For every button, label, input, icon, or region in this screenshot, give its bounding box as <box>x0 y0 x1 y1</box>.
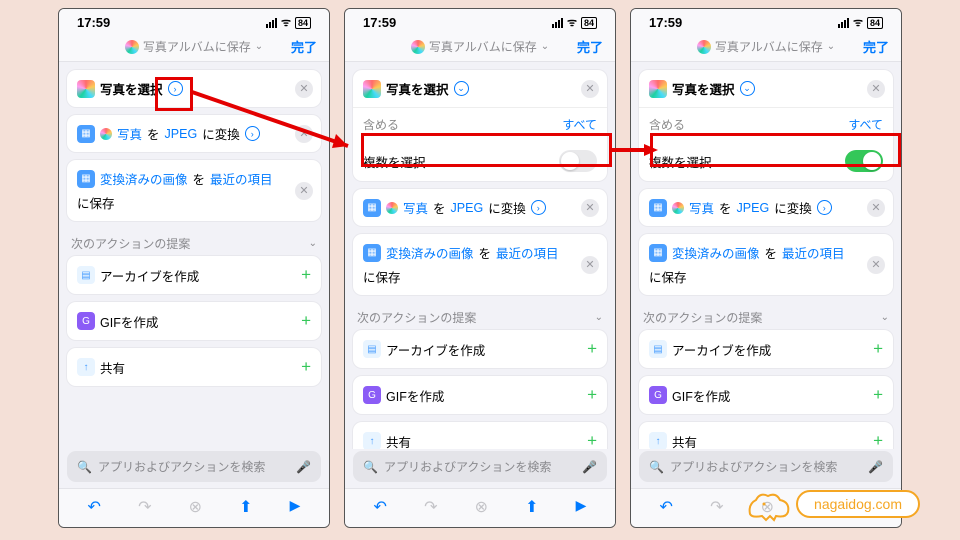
add-icon[interactable]: + <box>301 265 311 285</box>
photos-icon <box>77 80 95 98</box>
image-icon: ▦ <box>77 125 95 143</box>
play-icon[interactable]: ▶ <box>290 497 301 517</box>
phone-row: 17:59 ᯤ 84 写真アルバムに保存⌄ 完了 写真を選択›✕ ▦写真をJPE… <box>0 0 960 536</box>
toolbar: ↶ ↷ ⊗ ⬆ ▶ <box>59 488 329 527</box>
convert-action[interactable]: ▦写真をJPEGに変換›✕ <box>67 115 321 152</box>
multi-select-row[interactable]: 複数を選択 <box>353 141 607 181</box>
select-photos-action-expanded[interactable]: 写真を選択⌄✕ 含めるすべて 複数を選択 <box>639 70 893 181</box>
convert-action[interactable]: ▦写真をJPEGに変換›✕ <box>353 189 607 226</box>
delete-icon: ⊗ <box>189 497 202 517</box>
chevron-down-icon: ⌄ <box>309 238 317 249</box>
expand-icon[interactable]: › <box>245 126 260 141</box>
header: 写真アルバムに保存⌄ 完了 <box>59 32 329 62</box>
gif-suggestion[interactable]: GGIFを作成+ <box>67 302 321 340</box>
watermark-logo: nagaidog.com <box>746 486 920 522</box>
suggestions-header[interactable]: 次のアクションの提案⌄ <box>67 229 321 256</box>
time: 17:59 <box>77 15 110 30</box>
photos-icon <box>125 40 139 54</box>
archive-suggestion[interactable]: ▤アーカイブを作成+ <box>67 256 321 294</box>
search-input[interactable]: 🔍アプリおよびアクションを検索🎤 <box>353 451 607 482</box>
multi-select-row[interactable]: 複数を選択 <box>639 141 893 181</box>
gif-icon: G <box>77 312 95 330</box>
close-icon[interactable]: ✕ <box>295 80 313 98</box>
share-icon[interactable]: ⬆ <box>239 497 252 517</box>
undo-icon[interactable]: ↶ <box>88 497 101 517</box>
collapse-icon[interactable]: ⌄ <box>454 81 469 96</box>
phone-screen-1: 17:59 ᯤ 84 写真アルバムに保存⌄ 完了 写真を選択›✕ ▦写真をJPE… <box>58 8 330 528</box>
phone-screen-2: 17:59 ᯤ 84 写真アルバムに保存⌄完了 写真を選択⌄✕ 含めるすべて 複… <box>344 8 616 528</box>
expand-icon[interactable]: › <box>168 81 183 96</box>
archive-icon: ▤ <box>77 266 95 284</box>
photos-icon <box>100 128 112 140</box>
share-icon: ↑ <box>77 358 95 376</box>
include-row[interactable]: 含めるすべて <box>353 107 607 141</box>
close-icon[interactable]: ✕ <box>581 80 599 98</box>
status-bar: 17:59 ᯤ 84 <box>59 9 329 32</box>
close-icon[interactable]: ✕ <box>867 80 885 98</box>
image-icon: ▦ <box>77 170 95 188</box>
save-action[interactable]: ▦変換済みの画像を最近の項目に保存✕ <box>353 234 607 295</box>
chevron-down-icon[interactable]: ⌄ <box>255 41 263 52</box>
close-icon[interactable]: ✕ <box>295 182 313 200</box>
select-photos-action[interactable]: 写真を選択›✕ <box>67 70 321 107</box>
redo-icon: ↷ <box>138 497 151 517</box>
phone-screen-3: 17:59 ᯤ 84 写真アルバムに保存⌄完了 写真を選択⌄✕ 含めるすべて 複… <box>630 8 902 528</box>
status-icons: ᯤ 84 <box>266 15 311 30</box>
search-input[interactable]: 🔍アプリおよびアクションを検索🎤 <box>639 451 893 482</box>
mic-icon[interactable]: 🎤 <box>296 460 311 474</box>
search-icon: 🔍 <box>77 460 92 474</box>
select-photos-action-expanded[interactable]: 写真を選択⌄✕ 含めるすべて 複数を選択 <box>353 70 607 181</box>
multi-select-toggle[interactable] <box>845 150 883 172</box>
close-icon[interactable]: ✕ <box>581 256 599 274</box>
done-button[interactable]: 完了 <box>863 37 889 56</box>
share-suggestion[interactable]: ↑共有+ <box>67 348 321 386</box>
close-icon[interactable]: ✕ <box>581 199 599 217</box>
include-row[interactable]: 含めるすべて <box>639 107 893 141</box>
multi-select-toggle[interactable] <box>559 150 597 172</box>
search-input[interactable]: 🔍アプリおよびアクションを検索🎤 <box>67 451 321 482</box>
save-action[interactable]: ▦変換済みの画像を最近の項目に保存✕ <box>67 160 321 221</box>
convert-action[interactable]: ▦写真をJPEGに変換›✕ <box>639 189 893 226</box>
done-button[interactable]: 完了 <box>291 37 317 56</box>
add-icon[interactable]: + <box>301 357 311 377</box>
save-action[interactable]: ▦変換済みの画像を最近の項目に保存✕ <box>639 234 893 295</box>
close-icon[interactable]: ✕ <box>867 199 885 217</box>
close-icon[interactable]: ✕ <box>295 125 313 143</box>
add-icon[interactable]: + <box>301 311 311 331</box>
done-button[interactable]: 完了 <box>577 37 603 56</box>
close-icon[interactable]: ✕ <box>867 256 885 274</box>
workflow-content: 写真を選択›✕ ▦写真をJPEGに変換›✕ ▦変換済みの画像を最近の項目に保存✕… <box>59 62 329 449</box>
